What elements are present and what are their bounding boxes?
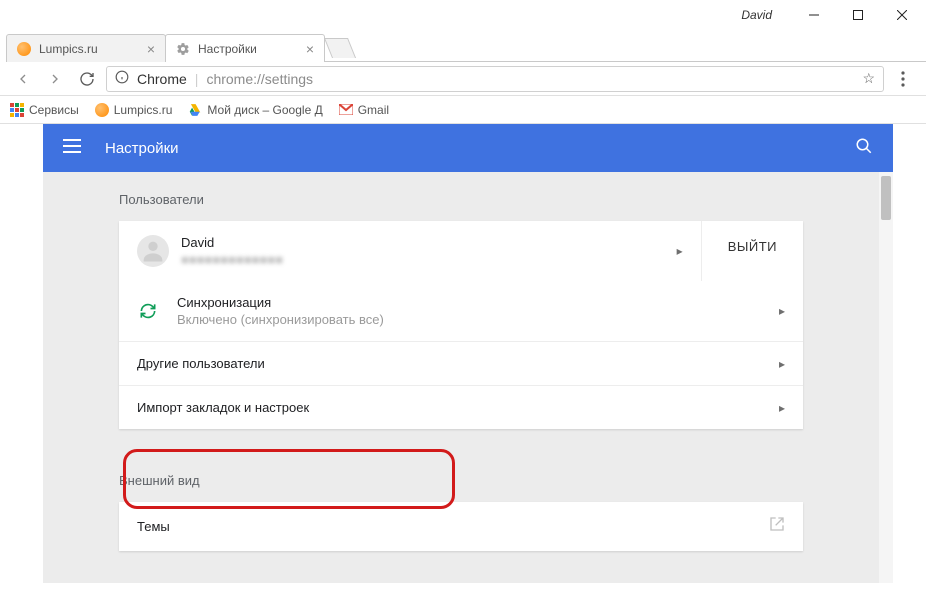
chevron-right-icon: ▸: [779, 357, 785, 371]
tab-title: Lumpics.ru: [39, 42, 139, 56]
row-title: Темы: [137, 519, 769, 534]
window-titlebar: David: [0, 0, 926, 30]
appearance-card: Темы: [119, 502, 803, 551]
scrollbar-thumb[interactable]: [881, 176, 891, 220]
apps-icon: [10, 103, 24, 117]
section-title-users: Пользователи: [43, 172, 879, 221]
omnibox-url: chrome://settings: [206, 71, 854, 87]
chrome-menu-button[interactable]: [890, 66, 916, 92]
users-card: David ■■■■■■■■■■■■■ ▸ ВЫЙТИ Синхронизаци…: [119, 221, 803, 429]
import-bookmarks-row[interactable]: Импорт закладок и настроек ▸: [119, 385, 803, 429]
bookmark-lumpics[interactable]: Lumpics.ru: [95, 103, 173, 117]
gmail-icon: [339, 103, 353, 117]
tabstrip-empty: [324, 34, 926, 62]
bookmark-star-icon[interactable]: ☆: [862, 70, 875, 87]
signout-button[interactable]: ВЫЙТИ: [701, 221, 803, 281]
menu-icon[interactable]: [63, 139, 83, 158]
bookmark-label: Мой диск – Google Д: [207, 103, 322, 117]
themes-row[interactable]: Темы: [119, 502, 803, 551]
tab-lumpics[interactable]: Lumpics.ru ×: [6, 34, 166, 62]
account-row-container: David ■■■■■■■■■■■■■ ▸ ВЫЙТИ: [119, 221, 803, 281]
row-title: Импорт закладок и настроек: [137, 400, 767, 415]
sync-row[interactable]: Синхронизация Включено (синхронизировать…: [119, 281, 803, 341]
forward-button[interactable]: [42, 66, 68, 92]
sync-title: Синхронизация: [177, 295, 767, 310]
reload-button[interactable]: [74, 66, 100, 92]
settings-body: Пользователи David ■■■■■■■■■■■■■ ▸ ВЫЙТИ: [43, 172, 879, 583]
bookmark-label: Lumpics.ru: [114, 103, 173, 117]
orange-icon: [17, 42, 31, 56]
account-row[interactable]: David ■■■■■■■■■■■■■ ▸: [119, 221, 701, 281]
bookmark-drive[interactable]: Мой диск – Google Д: [188, 103, 322, 117]
scrollbar-track[interactable]: [879, 172, 893, 583]
settings-header: Настройки: [43, 124, 893, 172]
other-users-row[interactable]: Другие пользователи ▸: [119, 341, 803, 385]
sync-icon: [137, 300, 159, 322]
window-maximize-button[interactable]: [836, 1, 880, 29]
new-tab-button[interactable]: [324, 38, 356, 58]
omnibox-origin: Chrome: [137, 71, 187, 87]
close-icon[interactable]: ×: [306, 42, 314, 56]
section-title-appearance: Внешний вид: [43, 453, 879, 502]
row-title: Другие пользователи: [137, 356, 767, 371]
external-link-icon: [769, 516, 785, 537]
tab-strip: Lumpics.ru × Настройки ×: [0, 30, 926, 62]
tab-settings[interactable]: Настройки ×: [165, 34, 325, 62]
chevron-right-icon: ▸: [779, 401, 785, 415]
tab-title: Настройки: [198, 42, 298, 56]
omnibox[interactable]: Chrome | chrome://settings ☆: [106, 66, 884, 92]
account-name: David: [181, 235, 665, 250]
chevron-right-icon: ▸: [677, 244, 683, 258]
address-bar: Chrome | chrome://settings ☆: [0, 62, 926, 96]
bookmark-label: Gmail: [358, 103, 389, 117]
apps-shortcut[interactable]: Сервисы: [10, 103, 79, 117]
settings-page: Настройки Пользователи David ■■■■■■■■■■■…: [43, 124, 893, 583]
window-minimize-button[interactable]: [792, 1, 836, 29]
avatar-icon: [137, 235, 169, 267]
account-email: ■■■■■■■■■■■■■: [181, 252, 665, 267]
sync-subtitle: Включено (синхронизировать все): [177, 312, 767, 327]
drive-icon: [188, 103, 202, 117]
orange-icon: [95, 103, 109, 117]
bookmark-gmail[interactable]: Gmail: [339, 103, 389, 117]
bookmarks-bar: Сервисы Lumpics.ru Мой диск – Google Д G…: [0, 96, 926, 124]
back-button[interactable]: [10, 66, 36, 92]
search-icon[interactable]: [855, 137, 873, 160]
bookmark-label: Сервисы: [29, 103, 79, 117]
info-icon[interactable]: [115, 70, 129, 87]
window-username: David: [741, 8, 772, 22]
window-close-button[interactable]: [880, 1, 924, 29]
close-icon[interactable]: ×: [147, 42, 155, 56]
chevron-right-icon: ▸: [779, 304, 785, 318]
page-title: Настройки: [105, 140, 855, 157]
gear-icon: [176, 42, 190, 56]
